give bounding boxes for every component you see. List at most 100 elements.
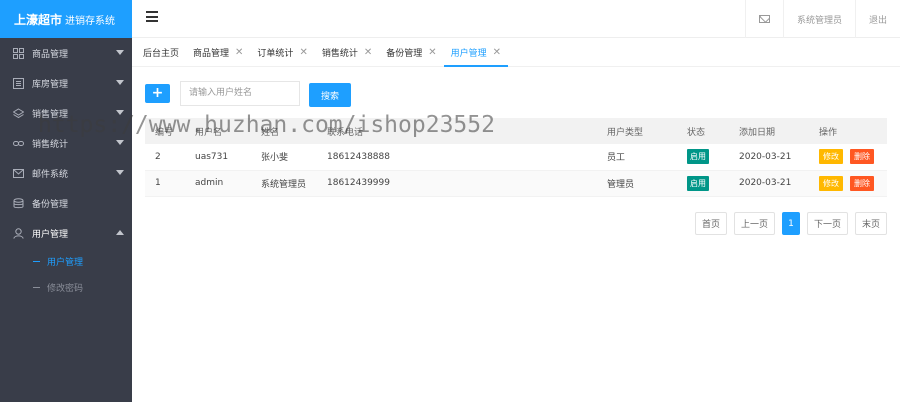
status-badge: 启用 [687,149,709,165]
mail-icon [12,167,24,179]
cell-id: 1 [145,170,185,197]
cell-actions: 修改 删除 [809,170,887,197]
close-icon[interactable]: ✕ [364,47,372,58]
cell-empty [507,144,597,171]
sidebar-item-sales[interactable]: 销售管理 [0,98,132,128]
cell-username: uas731 [185,144,251,171]
toolbar: + 搜索 [145,80,887,107]
sidebar-item-goods[interactable]: 商品管理 [0,38,132,68]
user-icon [12,227,24,239]
edit-button[interactable]: 修改 [819,149,843,165]
brand-name: 上濠超市 [14,12,63,27]
next-page-button[interactable]: 下一页 [806,212,848,235]
column-header [417,118,507,144]
add-user-button[interactable]: + [145,83,170,103]
user-table: 编号 用户名 姓名 联系电话 用户类型 状态 添加日期 操作 2 uas731 … [145,118,887,197]
cell-type: 员工 [597,144,677,171]
sidebar-item-label: 邮件系统 [32,169,69,180]
cell-status: 启用 [677,144,729,171]
cell-date: 2020-03-21 [729,144,809,171]
sidebar-item-label: 商品管理 [32,49,69,60]
cell-username: admin [185,170,251,197]
tab-label: 订单统计 [257,49,294,59]
tab-bar: 后台主页 商品管理 ✕ 订单统计 ✕ 销售统计 ✕ 备份管理 ✕ 用户管理 ✕ [132,39,900,67]
tab-label: 后台主页 [143,49,180,59]
cell-phone: 18612438888 [317,144,417,171]
search-input[interactable] [180,80,300,106]
tab-goods[interactable]: 商品管理 ✕ [186,39,250,66]
cell-date: 2020-03-21 [729,170,809,197]
last-page-button[interactable]: 末页 [854,212,887,235]
sidebar-item-backup[interactable]: 备份管理 [0,188,132,218]
edit-button[interactable]: 修改 [819,175,843,191]
tab-order-stats[interactable]: 订单统计 ✕ [250,39,314,66]
cell-type: 管理员 [597,170,677,197]
menu-toggle-icon[interactable] [146,11,158,22]
grid-icon [12,47,24,59]
cell-phone: 18612439999 [317,170,417,197]
sidebar-item-label: 备份管理 [32,199,69,210]
chevron-down-icon [116,170,124,175]
tab-sales-stats[interactable]: 销售统计 ✕ [315,39,379,66]
table-row: 2 uas731 张小斐 18612438888 员工 启用 2020-03-2… [145,144,887,171]
logo[interactable]: 上濠超市 进销存系统 [0,0,132,38]
header-right: 系统管理员 退出 [744,0,900,38]
sidebar-item-label: 库房管理 [32,79,69,90]
logout-link[interactable]: 退出 [854,0,900,38]
tab-home[interactable]: 后台主页 [136,39,186,66]
cell-id: 2 [145,144,185,171]
dash-icon [33,286,40,288]
column-header: 用户名 [185,118,251,144]
tab-label: 商品管理 [193,49,230,59]
delete-button[interactable]: 删除 [850,149,874,165]
sidebar-item-label: 销售统计 [32,139,69,150]
sidebar-item-warehouse[interactable]: 库房管理 [0,68,132,98]
sidebar: 上濠超市 进销存系统 商品管理 库房管理 销售管理 销售统计 邮件系统 备份管理… [0,0,132,402]
brand-subtitle: 进销存系统 [65,15,116,27]
sidebar-subitem-label: 用户管理 [47,257,84,268]
column-header: 姓名 [251,118,317,144]
dash-icon [33,260,40,262]
column-header: 联系电话 [317,118,417,144]
sidebar-item-sales-stats[interactable]: 销售统计 [0,128,132,158]
first-page-button[interactable]: 首页 [694,212,727,235]
chevron-up-icon [116,230,124,235]
cell-empty [507,170,597,197]
tab-label: 用户管理 [450,49,487,59]
pagination: 首页 上一页 1 下一页 末页 [688,212,887,235]
link-icon [12,137,24,149]
current-user[interactable]: 系统管理员 [782,0,855,38]
search-button[interactable]: 搜索 [309,83,351,107]
main-content: + 搜索 编号 用户名 姓名 联系电话 用户类型 状态 添加日期 操作 2 ua… [145,80,887,197]
mail-button[interactable] [744,0,783,38]
column-header: 添加日期 [729,118,809,144]
sidebar-subitem-user-manage[interactable]: 用户管理 [0,248,132,274]
tab-users[interactable]: 用户管理 ✕ [443,39,509,67]
database-icon [12,197,24,209]
table-row: 1 admin 系统管理员 18612439999 管理员 启用 2020-03… [145,170,887,197]
close-icon[interactable]: ✕ [493,47,501,58]
layers-icon [12,107,24,119]
cell-empty [417,170,507,197]
column-header: 状态 [677,118,729,144]
sidebar-item-users[interactable]: 用户管理 [0,218,132,248]
table-header-row: 编号 用户名 姓名 联系电话 用户类型 状态 添加日期 操作 [145,118,887,144]
chevron-down-icon [116,110,124,115]
sidebar-item-label: 用户管理 [32,229,69,240]
close-icon[interactable]: ✕ [299,47,307,58]
cell-actions: 修改 删除 [809,144,887,171]
delete-button[interactable]: 删除 [850,175,874,191]
chevron-down-icon [116,50,124,55]
tab-label: 备份管理 [386,49,423,59]
sidebar-item-label: 销售管理 [32,109,69,120]
sidebar-subitem-change-password[interactable]: 修改密码 [0,274,132,300]
current-page-button[interactable]: 1 [781,212,800,235]
tab-label: 销售统计 [321,49,358,59]
column-header: 用户类型 [597,118,677,144]
sidebar-item-mail[interactable]: 邮件系统 [0,158,132,188]
close-icon[interactable]: ✕ [235,47,243,58]
close-icon[interactable]: ✕ [428,47,436,58]
prev-page-button[interactable]: 上一页 [733,212,775,235]
tab-backup[interactable]: 备份管理 ✕ [379,39,443,66]
mail-icon [758,15,770,23]
